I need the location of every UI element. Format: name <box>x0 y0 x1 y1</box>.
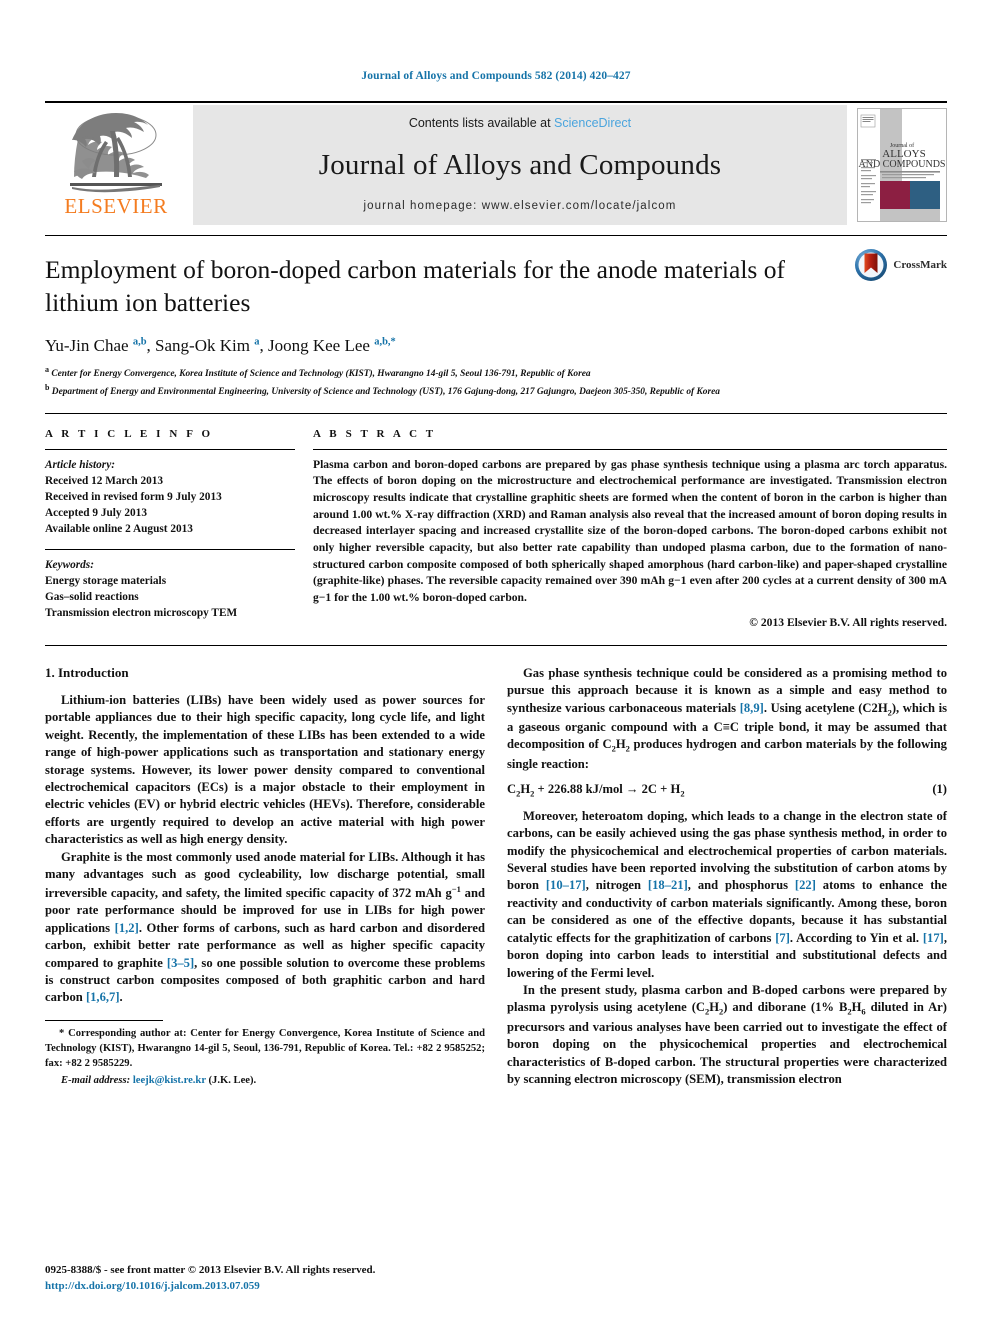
p4-seg-e: . According to Yin et al. <box>789 930 923 945</box>
citation-ref[interactable]: [18–21] <box>648 878 688 892</box>
citation-ref[interactable]: [7] <box>775 931 790 945</box>
keywords-rule <box>45 548 295 550</box>
email-label: E-mail address: <box>61 1075 131 1087</box>
affiliations: a Center for Energy Convergence, Korea I… <box>45 364 947 399</box>
paragraph-intro-1: Lithium-ion batteries (LIBs) have been w… <box>45 692 485 847</box>
history-item: Available online 2 August 2013 <box>45 522 193 535</box>
article-info-column: A R T I C L E I N F O Article history: R… <box>45 428 313 629</box>
colophon: 0925-8388/$ - see front matter © 2013 El… <box>45 1263 375 1295</box>
citation-ref[interactable]: [1,2] <box>115 921 139 935</box>
affiliation-a: a Center for Energy Convergence, Korea I… <box>45 365 591 380</box>
email-line: E-mail address: leejk@kist.re.kr (J.K. L… <box>45 1073 485 1088</box>
elsevier-tree-icon <box>70 113 162 193</box>
paragraph-present-study: In the present study, plasma carbon and … <box>507 983 947 1087</box>
svg-text:AND COMPOUNDS: AND COMPOUNDS <box>859 159 946 170</box>
journal-homepage-link[interactable]: journal homepage: www.elsevier.com/locat… <box>364 200 677 212</box>
affiliation-a-text: Center for Energy Convergence, Korea Ins… <box>51 369 591 380</box>
footnote-rule <box>45 1020 163 1022</box>
affiliation-b-text: Department of Energy and Environmental E… <box>51 387 720 398</box>
p4-seg-b: , nitrogen <box>585 878 648 893</box>
citation-ref[interactable]: [17] <box>923 931 944 945</box>
page-title: Employment of boron-doped carbon materia… <box>45 255 785 317</box>
keywords-block: Keywords: Energy storage materials Gas–s… <box>45 557 295 621</box>
p2-seg-e: . <box>119 990 123 1005</box>
left-column: 1. Introduction Lithium-ion batteries (L… <box>45 665 485 1089</box>
author-list: Yu-Jin Chae a,b, Sang-Ok Kim a, Joong Ke… <box>45 336 396 356</box>
article-history: Article history: Received 12 March 2013 … <box>45 457 295 537</box>
info-abstract-band: A R T I C L E I N F O Article history: R… <box>45 412 947 646</box>
article-body: 1. Introduction Lithium-ion batteries (L… <box>45 665 947 1089</box>
p3-seg-a: Gas phase synthesis technique could be c… <box>507 665 947 715</box>
sciencedirect-link[interactable]: ScienceDirect <box>554 116 631 130</box>
paragraph-gas-phase: Gas phase synthesis technique could be c… <box>507 665 947 771</box>
citation-ref[interactable]: [8,9] <box>740 701 764 715</box>
elsevier-wordmark: ELSEVIER <box>64 194 168 218</box>
sciencedirect-panel: Contents lists available at ScienceDirec… <box>193 105 847 225</box>
crossmark-label: CrossMark <box>893 259 947 271</box>
abstract-rule <box>313 448 947 450</box>
crossmark-icon <box>855 249 888 281</box>
doi-link[interactable]: http://dx.doi.org/10.1016/j.jalcom.2013.… <box>45 1279 375 1295</box>
email-link[interactable]: leejk@kist.re.kr <box>133 1075 206 1086</box>
abstract-heading: A B S T R A C T <box>313 427 437 440</box>
affiliation-b: b Department of Energy and Environmental… <box>45 382 720 398</box>
article-info-rule <box>45 448 295 450</box>
abstract-copyright: © 2013 Elsevier B.V. All rights reserved… <box>749 615 947 629</box>
article-history-label: Article history: <box>45 458 115 471</box>
keyword-item: Gas–solid reactions <box>45 590 139 603</box>
journal-masthead: ELSEVIER Contents lists available at Sci… <box>45 101 947 227</box>
cover-art: Journal of ALLOYS AND COMPOUNDS <box>858 109 946 221</box>
crossmark-badge[interactable]: CrossMark <box>854 248 947 282</box>
citation-ref[interactable]: [3–5] <box>167 956 194 970</box>
keyword-item: Energy storage materials <box>45 574 167 587</box>
paragraph-heteroatom: Moreover, heteroatom doping, which leads… <box>507 808 947 982</box>
journal-title: Journal of Alloys and Compounds <box>318 148 722 181</box>
history-item: Accepted 9 July 2013 <box>45 506 147 519</box>
citation-ref[interactable]: [10–17] <box>546 878 586 892</box>
keywords-label: Keywords: <box>45 558 94 571</box>
section-heading-introduction: 1. Introduction <box>45 664 129 680</box>
right-column: Gas phase synthesis technique could be c… <box>507 665 947 1089</box>
p3-seg-b: . Using acetylene (C <box>763 700 872 715</box>
journal-cover-thumbnail: Journal of ALLOYS AND COMPOUNDS <box>857 108 947 222</box>
p2-seg-a: Graphite is the most commonly used anode… <box>45 849 485 900</box>
elsevier-logo: ELSEVIER <box>45 103 187 227</box>
equation-body: C2H2 + 226.88 kJ/mol → 2C + H2 <box>507 782 685 799</box>
corresponding-author-note: * Corresponding author at: Center for En… <box>45 1026 485 1088</box>
corresponding-author-text: * Corresponding author at: Center for En… <box>45 1028 485 1070</box>
contents-prefix: Contents lists available at <box>408 116 551 130</box>
issn-line: 0925-8388/$ - see front matter © 2013 El… <box>45 1264 376 1277</box>
running-head: Journal of Alloys and Compounds 582 (201… <box>361 70 631 82</box>
equation-number: (1) <box>932 782 947 797</box>
email-owner: (J.K. Lee). <box>208 1075 257 1087</box>
p4-seg-c: , and phosphorus <box>687 878 795 893</box>
abstract-text: Plasma carbon and boron-doped carbons ar… <box>313 457 947 605</box>
article-header: Employment of boron-doped carbon materia… <box>45 236 947 400</box>
p5-seg-b: ) and diborane (1% B <box>723 1000 848 1015</box>
history-item: Received in revised form 9 July 2013 <box>45 490 222 503</box>
contents-available-line: Contents lists available at ScienceDirec… <box>409 116 631 130</box>
journal-article-page: Journal of Alloys and Compounds 582 (201… <box>0 0 992 1323</box>
citation-ref[interactable]: [1,6,7] <box>86 990 120 1004</box>
equation-1: C2H2 + 226.88 kJ/mol → 2C + H2 (1) <box>507 782 947 799</box>
footnote-block: * Corresponding author at: Center for En… <box>45 1020 485 1088</box>
keyword-item: Transmission electron microscopy TEM <box>45 606 238 619</box>
paragraph-intro-2: Graphite is the most commonly used anode… <box>45 849 486 1005</box>
article-info-heading: A R T I C L E I N F O <box>45 427 214 440</box>
citation-ref[interactable]: [22] <box>795 878 816 892</box>
history-item: Received 12 March 2013 <box>45 474 164 487</box>
abstract-column: A B S T R A C T Plasma carbon and boron-… <box>313 428 947 629</box>
